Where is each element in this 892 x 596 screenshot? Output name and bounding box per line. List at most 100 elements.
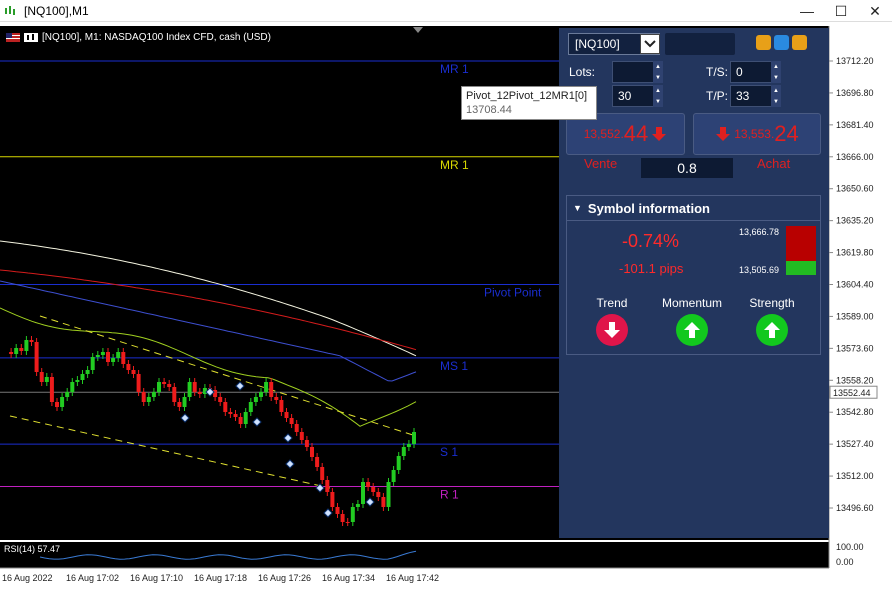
candle-body bbox=[19, 348, 24, 351]
strength-arrow-up-icon bbox=[756, 314, 788, 346]
minimize-button[interactable]: — bbox=[790, 0, 824, 22]
lots-input[interactable] bbox=[612, 61, 656, 83]
candle-body bbox=[9, 352, 14, 354]
sell-price-small: 13,552. bbox=[583, 127, 624, 141]
candle-body bbox=[264, 382, 269, 392]
pivot-level-label: S 1 bbox=[440, 445, 458, 459]
tooltip-name: Pivot_12Pivot_12MR1[0] bbox=[466, 90, 588, 102]
candle-body bbox=[401, 447, 406, 456]
candle-body bbox=[29, 340, 34, 342]
ts-input[interactable]: 0 bbox=[730, 61, 774, 83]
sell-arrow-down-icon bbox=[652, 127, 667, 141]
trend-label: Trend bbox=[596, 296, 628, 310]
price-tick-label: 13542.80 bbox=[836, 407, 874, 417]
price-tick-label: 13512.00 bbox=[836, 471, 874, 481]
candle-body bbox=[121, 352, 126, 364]
tp-label: T/P: bbox=[706, 89, 729, 103]
strength-label: Strength bbox=[749, 296, 795, 310]
tp-input[interactable]: 33 bbox=[730, 85, 774, 107]
candle-body bbox=[386, 482, 391, 507]
candle-body bbox=[39, 372, 44, 382]
candle-body bbox=[44, 377, 49, 382]
candle-body bbox=[192, 382, 197, 392]
symbol-info-section: ▼ Symbol information -0.74% -101.1 pips … bbox=[566, 195, 821, 355]
candle-body bbox=[162, 382, 167, 384]
settings-gear-icon[interactable] bbox=[774, 35, 789, 50]
candle-body bbox=[253, 397, 258, 402]
candle-body bbox=[269, 382, 274, 397]
candle-body bbox=[366, 482, 371, 487]
maximize-button[interactable]: ☐ bbox=[824, 0, 858, 22]
price-tick-label: 13650.60 bbox=[836, 184, 874, 194]
buy-arrow-down-icon bbox=[716, 127, 731, 141]
spread-value: 0.8 bbox=[641, 158, 733, 178]
tp-spinner[interactable]: ▲ ▼ bbox=[771, 85, 781, 107]
copy-icon[interactable] bbox=[756, 35, 771, 50]
tooltip-value: 13708.44 bbox=[466, 104, 512, 116]
candle-body bbox=[320, 467, 325, 480]
candle-body bbox=[299, 432, 304, 440]
time-tick-label: 16 Aug 2022 bbox=[2, 573, 53, 583]
expand-icon[interactable] bbox=[792, 35, 807, 50]
candle-body bbox=[371, 487, 376, 492]
time-tick-label: 16 Aug 17:10 bbox=[130, 573, 183, 583]
sell-label: Vente bbox=[584, 156, 618, 171]
candle-body bbox=[223, 402, 228, 412]
candle-body bbox=[335, 507, 340, 514]
lots-spinner[interactable]: ▲ ▼ bbox=[653, 61, 663, 83]
candle-body bbox=[325, 480, 330, 492]
candle-body bbox=[284, 412, 289, 418]
candle-body bbox=[243, 412, 248, 424]
candle-body bbox=[85, 370, 90, 374]
symbol-info-header[interactable]: ▼ Symbol information bbox=[567, 196, 820, 221]
pivot-level-label: MR 1 bbox=[440, 158, 469, 172]
candle-body bbox=[24, 340, 29, 351]
symbol-extra-field[interactable] bbox=[665, 33, 735, 55]
rsi-max-label: 100.00 bbox=[836, 542, 864, 552]
ts-label: T/S: bbox=[706, 65, 729, 79]
buy-price-small: 13,553. bbox=[734, 127, 775, 141]
rsi-plot-bg bbox=[0, 542, 829, 568]
flag-icon bbox=[6, 33, 20, 42]
close-button[interactable]: ✕ bbox=[858, 0, 892, 22]
lots-label: Lots: bbox=[569, 65, 596, 79]
price-tick-label: 13589.00 bbox=[836, 311, 874, 321]
candle-body bbox=[315, 457, 320, 467]
candle-body bbox=[396, 456, 401, 470]
second-value-spinner[interactable]: ▲ ▼ bbox=[653, 85, 663, 107]
collapse-triangle-icon[interactable]: ▼ bbox=[573, 203, 582, 213]
candle-body bbox=[274, 397, 279, 400]
candle-body bbox=[340, 514, 345, 522]
candle-body bbox=[406, 444, 411, 447]
price-tick-label: 13681.40 bbox=[836, 120, 874, 130]
symbol-dropdown-chevron-icon[interactable] bbox=[640, 34, 660, 54]
price-tick-label: 13666.00 bbox=[836, 152, 874, 162]
candle-body bbox=[49, 377, 54, 402]
pivot-level-label: R 1 bbox=[440, 487, 459, 501]
candle-body bbox=[412, 432, 416, 444]
price-tick-label: 13496.60 bbox=[836, 503, 874, 513]
candle-body bbox=[14, 348, 19, 354]
buy-button[interactable]: 13,553. 24 bbox=[693, 113, 821, 155]
candle-body bbox=[70, 382, 75, 392]
candle-body bbox=[65, 392, 70, 397]
candle-body bbox=[376, 492, 381, 497]
candle-body bbox=[197, 392, 202, 394]
candle-body bbox=[55, 402, 59, 407]
time-tick-label: 16 Aug 17:18 bbox=[194, 573, 247, 583]
price-tick-label: 13573.60 bbox=[836, 343, 874, 353]
candle-body bbox=[361, 482, 365, 504]
candle-body bbox=[60, 397, 65, 407]
candle-body bbox=[330, 492, 335, 507]
candle-body bbox=[304, 440, 309, 447]
second-value-input[interactable]: 30 bbox=[612, 85, 656, 107]
candle-body bbox=[182, 397, 187, 407]
candle-body bbox=[248, 402, 253, 412]
candle-body bbox=[345, 522, 350, 523]
candle-body bbox=[157, 382, 161, 392]
candle-body bbox=[80, 374, 85, 380]
ts-spinner[interactable]: ▲ ▼ bbox=[771, 61, 781, 83]
price-tick-label: 13604.40 bbox=[836, 280, 874, 290]
time-tick-label: 16 Aug 17:02 bbox=[66, 573, 119, 583]
symbol-info-title: Symbol information bbox=[587, 200, 710, 216]
